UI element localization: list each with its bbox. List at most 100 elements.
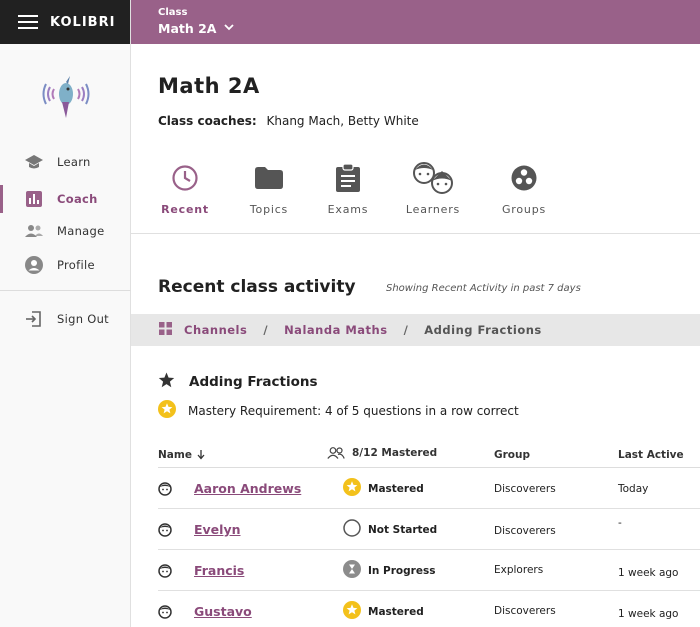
content-heading: Adding Fractions xyxy=(158,372,318,392)
sidebar-item-profile[interactable]: Profile xyxy=(0,251,131,279)
status-label: Mastered xyxy=(368,605,424,618)
chevron-down-icon xyxy=(224,23,235,34)
breadcrumb-channel[interactable]: Nalanda Maths xyxy=(284,323,388,337)
sidebar-item-label: Profile xyxy=(57,258,95,272)
breadcrumb-separator: / xyxy=(263,323,269,337)
tab-groups[interactable]: Groups xyxy=(484,162,564,216)
section-title: Recent class activity xyxy=(158,277,356,297)
status-label: Mastered xyxy=(368,482,424,495)
hourglass-icon xyxy=(343,560,361,581)
sidebar-item-manage[interactable]: Manage xyxy=(0,217,131,245)
profile-icon xyxy=(24,256,44,274)
sidebar-item-label: Coach xyxy=(57,192,98,206)
class-selector[interactable]: Math 2A xyxy=(158,21,700,36)
main-content: Math 2A Class coaches: Khang Mach, Betty… xyxy=(131,44,700,627)
clipboard-icon xyxy=(308,162,388,194)
mastery-label: Mastery Requirement: xyxy=(188,403,322,418)
breadcrumb-separator: / xyxy=(403,323,409,337)
content-title: Adding Fractions xyxy=(189,374,318,390)
groups-icon xyxy=(484,162,564,194)
folder-icon xyxy=(229,162,309,194)
tab-label: Topics xyxy=(249,203,289,216)
status-label: Not Started xyxy=(368,523,438,536)
table-row: Aaron Andrews Mastered Discoverers Today xyxy=(158,468,700,509)
tab-learners[interactable]: Learners xyxy=(393,162,473,216)
column-name-header[interactable]: Name xyxy=(158,449,205,461)
coach-icon xyxy=(24,190,44,208)
learner-name-link[interactable]: Aaron Andrews xyxy=(194,481,301,496)
learners-icon xyxy=(393,162,473,194)
not-started-icon xyxy=(343,519,361,540)
status: Mastered xyxy=(343,601,424,622)
sidebar-divider xyxy=(0,290,131,291)
mastery-value: 4 of 5 questions in a row correct xyxy=(324,403,519,418)
tab-recent[interactable]: Recent xyxy=(145,162,225,216)
mastered-star-icon xyxy=(158,400,176,421)
status: In Progress xyxy=(343,560,435,581)
arrow-down-icon xyxy=(197,450,205,460)
column-mastered-label: 8/12 Mastered xyxy=(352,447,438,459)
tab-label: Groups xyxy=(501,203,547,216)
table-row: Francis In Progress Explorers 1 week ago xyxy=(158,550,700,591)
mastered-star-icon xyxy=(343,601,361,622)
column-last-active-header: Last Active xyxy=(618,449,684,461)
table-row: Gustavo Mastered Discoverers 1 week ago xyxy=(158,591,700,627)
sidebar-item-label: Learn xyxy=(57,155,91,169)
sign-out-button[interactable]: Sign Out xyxy=(0,305,131,333)
tab-label: Recent xyxy=(161,203,209,216)
mastery-requirement: Mastery Requirement: 4 of 5 questions in… xyxy=(158,400,519,421)
last-active-cell: 1 week ago xyxy=(618,567,679,579)
breadcrumb-channels[interactable]: Channels xyxy=(184,323,247,337)
group-cell: Discoverers xyxy=(494,483,556,495)
learner-name-link[interactable]: Gustavo xyxy=(194,604,252,619)
breadcrumb-current: Adding Fractions xyxy=(424,323,542,337)
page-title: Math 2A xyxy=(158,74,260,98)
sign-out-icon xyxy=(24,310,44,328)
status-label: In Progress xyxy=(368,564,436,577)
learner-name-link[interactable]: Francis xyxy=(194,563,244,578)
brand-name: KOLIBRI xyxy=(50,14,116,30)
learner-icon xyxy=(158,563,172,582)
coaches-names: Khang Mach, Betty White xyxy=(266,114,419,128)
class-label: Class xyxy=(158,7,188,18)
sidebar-item-label: Manage xyxy=(57,224,105,238)
class-coaches: Class coaches: Khang Mach, Betty White xyxy=(158,114,419,128)
column-name-label: Name xyxy=(158,449,192,461)
learner-icon xyxy=(158,481,172,500)
group-cell: Explorers xyxy=(494,564,544,576)
sidebar-item-coach[interactable]: Coach xyxy=(0,185,131,213)
star-icon xyxy=(158,372,175,392)
active-indicator xyxy=(0,185,3,213)
column-group-header: Group xyxy=(494,449,531,461)
grid-icon xyxy=(159,322,172,338)
people-icon xyxy=(24,222,44,240)
group-cell: Discoverers xyxy=(494,605,556,617)
tab-label: Exams xyxy=(327,203,369,216)
tab-topics[interactable]: Topics xyxy=(229,162,309,216)
sidebar-item-learn[interactable]: Learn xyxy=(0,148,131,176)
sign-out-label: Sign Out xyxy=(57,312,109,326)
menu-icon[interactable] xyxy=(18,15,38,29)
breadcrumb: Channels / Nalanda Maths / Adding Fracti… xyxy=(131,314,700,346)
last-active-cell: Today xyxy=(618,483,649,495)
app-bar: KOLIBRI xyxy=(0,0,130,44)
kolibri-logo xyxy=(42,76,90,118)
section-subtitle: Showing Recent Activity in past 7 days xyxy=(386,283,581,294)
tabs-divider xyxy=(131,233,700,234)
last-active-cell: 1 week ago xyxy=(618,608,679,620)
sidebar: KOLIBRI Learn Coach Manage Profile Sign … xyxy=(0,0,131,627)
learner-name-link[interactable]: Evelyn xyxy=(194,522,241,537)
learner-icon xyxy=(158,522,172,541)
tab-exams[interactable]: Exams xyxy=(308,162,388,216)
last-active-cell: - xyxy=(618,517,622,529)
column-mastered-header: 8/12 Mastered xyxy=(327,447,437,459)
class-header: Class Math 2A xyxy=(131,0,700,44)
class-name: Math 2A xyxy=(158,21,217,36)
clock-icon xyxy=(145,162,225,194)
group-cell: Discoverers xyxy=(494,525,556,537)
status: Mastered xyxy=(343,478,424,499)
learn-icon xyxy=(24,153,44,171)
table-row: Evelyn Not Started Discoverers - xyxy=(158,509,700,550)
coaches-label: Class coaches: xyxy=(158,114,257,128)
tab-label: Learners xyxy=(405,203,461,216)
